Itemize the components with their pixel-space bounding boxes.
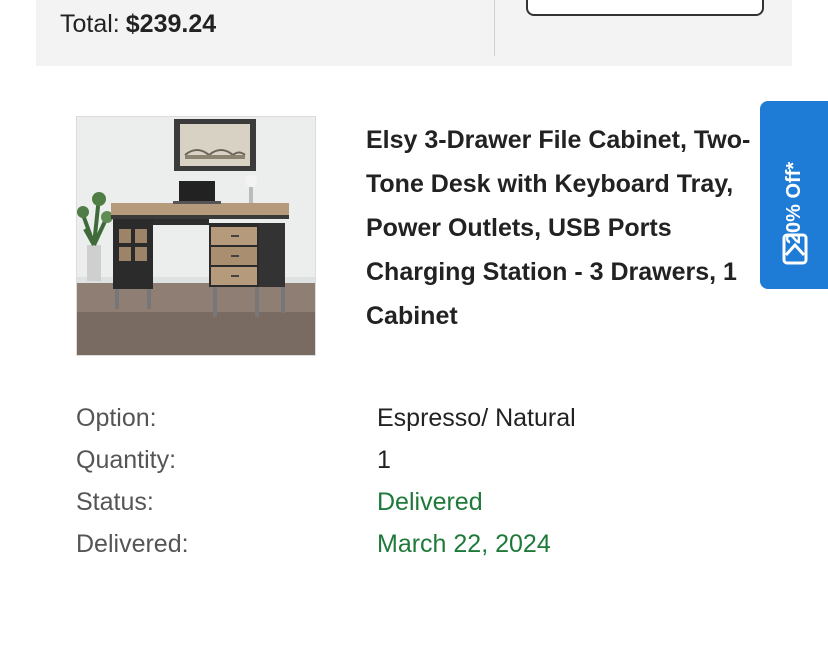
summary-divider <box>494 0 495 56</box>
order-action-button[interactable] <box>526 0 764 16</box>
delivered-label: Delivered: <box>76 530 189 558</box>
status-value: Delivered <box>377 488 483 516</box>
promo-label: 20% Off* <box>783 161 805 245</box>
desk-product-photo <box>77 117 315 355</box>
quantity-value: 1 <box>377 446 391 474</box>
order-details-page: Total: $239.24 Elsy 3-Drawer File Cabine… <box>0 0 828 654</box>
mail-coupon-icon <box>782 233 808 270</box>
status-label: Status: <box>76 488 154 516</box>
total-label: Total: <box>60 10 120 38</box>
option-value: Espresso/ Natural <box>377 404 576 432</box>
detail-row-option: Option: Espresso/ Natural <box>76 397 776 439</box>
detail-row-status: Status: Delivered <box>76 481 776 523</box>
quantity-label: Quantity: <box>76 446 177 474</box>
total-amount: $239.24 <box>125 10 217 38</box>
order-summary-panel: Total: $239.24 <box>36 0 792 66</box>
order-item-details: Option: Espresso/ Natural Quantity: 1 St… <box>76 397 776 565</box>
order-total: Total: $239.24 <box>60 7 216 41</box>
option-label: Option: <box>76 404 157 432</box>
promo-tab[interactable]: 20% Off* <box>760 101 828 289</box>
detail-row-quantity: Quantity: 1 <box>76 439 776 481</box>
product-title[interactable]: Elsy 3-Drawer File Cabinet, Two-Tone Des… <box>366 118 756 338</box>
detail-row-delivered: Delivered: March 22, 2024 <box>76 523 776 565</box>
delivered-date: March 22, 2024 <box>377 530 551 558</box>
product-image[interactable] <box>76 116 316 356</box>
